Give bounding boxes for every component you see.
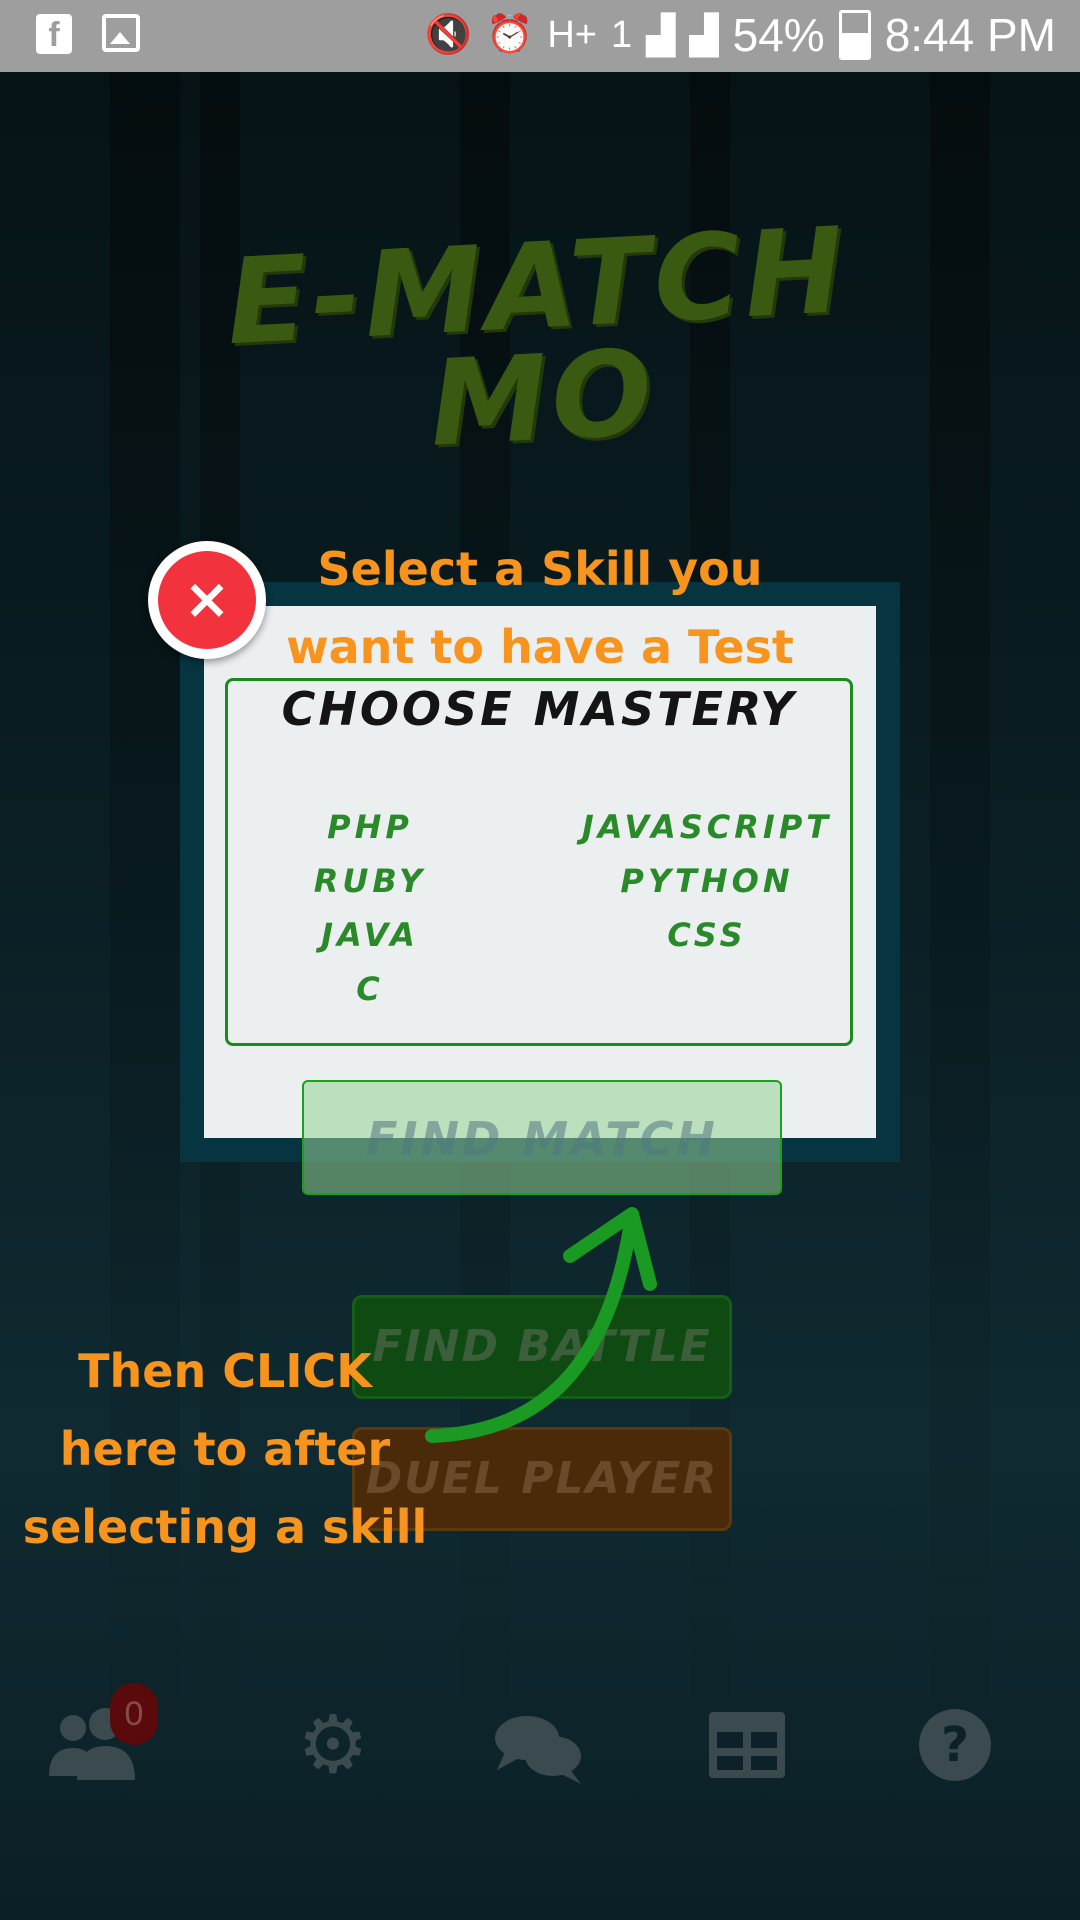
- bottom-nav: ⚙ ?: [0, 1690, 1080, 1800]
- skill-java[interactable]: JAVA: [220, 916, 520, 954]
- battery-icon: [838, 10, 871, 60]
- settings-gear-icon[interactable]: ⚙: [278, 1690, 388, 1800]
- tip-top-line2: want to have a Test: [286, 620, 794, 674]
- tutorial-arrow-icon: [425, 1207, 657, 1443]
- friends-badge: 0: [110, 1683, 158, 1745]
- skill-c[interactable]: C: [220, 970, 520, 1008]
- signal-icon: ▟: [646, 14, 676, 57]
- svg-text:?: ?: [941, 1717, 969, 1773]
- sim-indicator: 1: [611, 13, 633, 56]
- leaderboard-table-icon[interactable]: [692, 1690, 802, 1800]
- find-match-button[interactable]: FIND MATCH: [302, 1080, 782, 1195]
- network-type: H+: [547, 13, 597, 56]
- tip-bottom-line2: here to after: [59, 1422, 391, 1476]
- game-title: E-MATCH MO: [195, 201, 886, 473]
- gallery-icon: [102, 14, 140, 52]
- battery-percent: 54%: [732, 9, 825, 61]
- tutorial-tip-bottom: Then CLICK here to after selecting a ski…: [10, 1332, 440, 1566]
- tip-bottom-line3: selecting a skill: [22, 1500, 428, 1554]
- alarm-icon: ⏰: [486, 14, 534, 56]
- signal-icon-2: ▟: [689, 14, 719, 57]
- skill-css[interactable]: CSS: [557, 916, 857, 954]
- help-icon[interactable]: ?: [900, 1690, 1010, 1800]
- skill-ruby[interactable]: RUBY: [220, 862, 520, 900]
- tip-top-line1: Select a Skill you: [317, 542, 763, 596]
- chat-icon[interactable]: [484, 1690, 594, 1800]
- tutorial-tip-top: Select a Skill you want to have a Test: [230, 530, 850, 686]
- mute-icon: 🔇: [424, 14, 473, 56]
- skill-python[interactable]: PYTHON: [557, 862, 857, 900]
- status-bar: f 🔇 ⏰ H+ 1 ▟ ▟ 54% 8:44 PM: [0, 0, 1080, 72]
- skill-javascript[interactable]: JAVASCRIPT: [557, 808, 857, 846]
- tip-bottom-line1: Then CLICK: [78, 1344, 372, 1398]
- skill-php[interactable]: PHP: [220, 808, 520, 846]
- background-streak: [930, 72, 990, 1772]
- clock: 8:44 PM: [884, 9, 1056, 61]
- facebook-icon: f: [36, 14, 72, 54]
- modal-heading: CHOOSE MASTERY: [281, 682, 797, 736]
